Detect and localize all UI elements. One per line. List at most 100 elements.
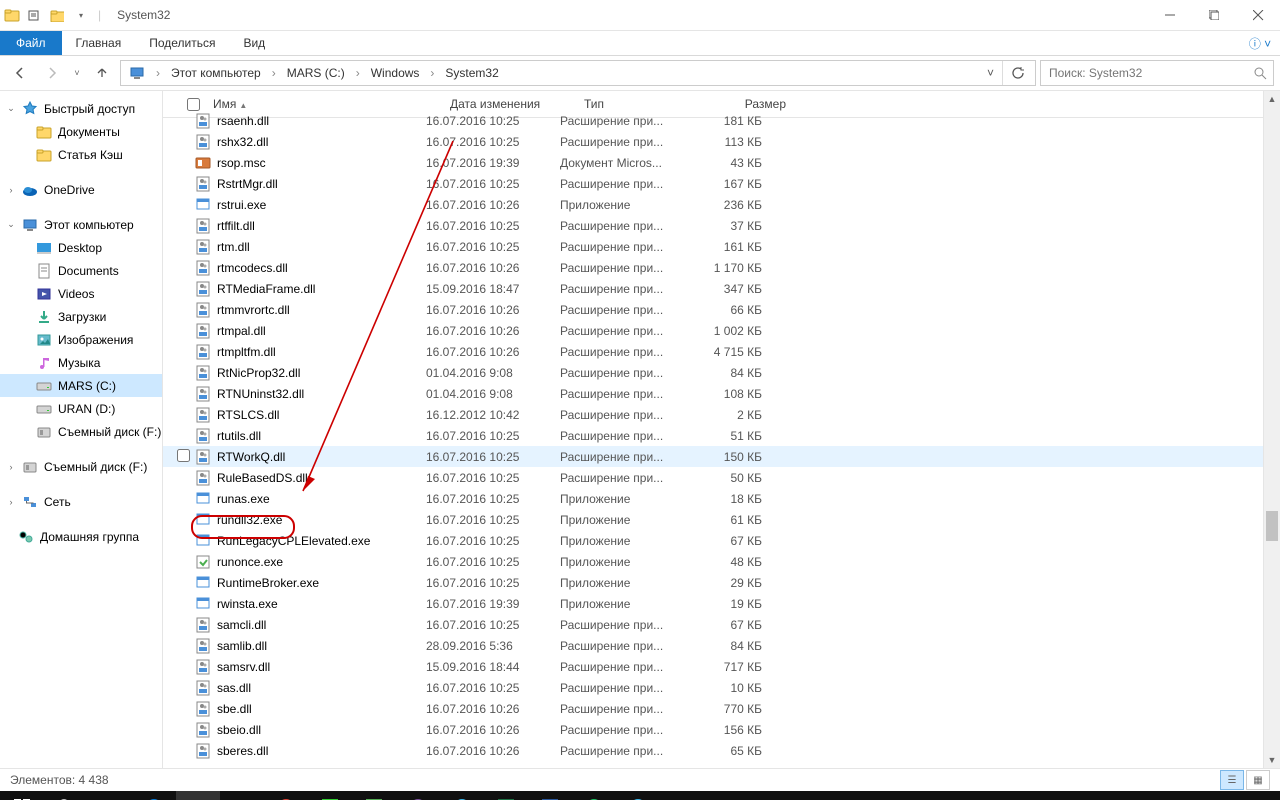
scroll-down-icon[interactable]: ▼	[1264, 752, 1280, 768]
search-input[interactable]	[1047, 65, 1248, 81]
file-row[interactable]: rstrui.exe16.07.2016 10:26Приложение236 …	[163, 194, 1280, 215]
ribbon-tab-view[interactable]: Вид	[229, 31, 279, 55]
nav-quick-article[interactable]: Статья Кэш	[0, 143, 162, 166]
vertical-scrollbar[interactable]: ▲ ▼	[1263, 91, 1280, 768]
file-row[interactable]: rshx32.dll16.07.2016 10:25Расширение при…	[163, 131, 1280, 152]
file-row[interactable]: sberes.dll16.07.2016 10:26Расширение при…	[163, 740, 1280, 761]
file-row[interactable]: rtm.dll16.07.2016 10:25Расширение при...…	[163, 236, 1280, 257]
file-row[interactable]: RunLegacyCPLElevated.exe16.07.2016 10:25…	[163, 530, 1280, 551]
breadcrumb-root-icon[interactable]	[123, 61, 151, 85]
nav-removable-1[interactable]: Съемный диск (F:)	[0, 420, 162, 443]
file-row[interactable]: sbe.dll16.07.2016 10:26Расширение при...…	[163, 698, 1280, 719]
file-row[interactable]: sbeio.dll16.07.2016 10:26Расширение при.…	[163, 719, 1280, 740]
file-row[interactable]: samcli.dll16.07.2016 10:25Расширение при…	[163, 614, 1280, 635]
breadcrumb-seg-0[interactable]: Этот компьютер	[165, 61, 267, 85]
col-type[interactable]: Тип	[578, 97, 706, 111]
taskbar-ie2-icon[interactable]	[616, 791, 660, 800]
ribbon-tab-share[interactable]: Поделиться	[135, 31, 229, 55]
nav-videos[interactable]: Videos	[0, 282, 162, 305]
chevron-right-icon[interactable]: ›	[427, 66, 437, 80]
file-row[interactable]: rtutils.dll16.07.2016 10:25Расширение пр…	[163, 425, 1280, 446]
taskbar-search-icon[interactable]	[44, 791, 88, 800]
taskbar-word-icon[interactable]: W	[528, 791, 572, 800]
file-row[interactable]: rtffilt.dll16.07.2016 10:25Расширение пр…	[163, 215, 1280, 236]
address-dropdown-icon[interactable]: ˅	[981, 66, 1000, 80]
file-row[interactable]: samlib.dll28.09.2016 5:36Расширение при.…	[163, 635, 1280, 656]
nav-drive-d[interactable]: URAN (D:)	[0, 397, 162, 420]
nav-pictures[interactable]: Изображения	[0, 328, 162, 351]
breadcrumb-seg-3[interactable]: System32	[439, 61, 504, 85]
chevron-right-icon[interactable]: ›	[269, 66, 279, 80]
file-row[interactable]: RtNicProp32.dll01.04.2016 9:08Расширение…	[163, 362, 1280, 383]
taskbar-app-3-icon[interactable]	[572, 791, 616, 800]
col-date[interactable]: Дата изменения	[444, 97, 578, 111]
taskbar-explorer-icon[interactable]	[176, 791, 220, 800]
close-button[interactable]	[1236, 0, 1280, 30]
maximize-button[interactable]	[1192, 0, 1236, 30]
file-row[interactable]: rtmmvrortc.dll16.07.2016 10:26Расширение…	[163, 299, 1280, 320]
taskbar-store-icon[interactable]	[220, 791, 264, 800]
chevron-right-icon[interactable]: ›	[153, 66, 163, 80]
refresh-button[interactable]	[1002, 61, 1033, 85]
col-checkbox[interactable]	[177, 95, 207, 114]
qat-properties-icon[interactable]	[22, 4, 44, 26]
taskbar-ie-icon[interactable]	[440, 791, 484, 800]
nav-music[interactable]: Музыка	[0, 351, 162, 374]
nav-documents[interactable]: Documents	[0, 259, 162, 282]
file-row[interactable]: rtmpltfm.dll16.07.2016 10:26Расширение п…	[163, 341, 1280, 362]
file-row[interactable]: runas.exe16.07.2016 10:25Приложение18 КБ	[163, 488, 1280, 509]
nav-quickaccess[interactable]: ⌄Быстрый доступ	[0, 97, 162, 120]
nav-drive-c[interactable]: MARS (C:)	[0, 374, 162, 397]
nav-thispc[interactable]: ⌄Этот компьютер	[0, 213, 162, 236]
nav-quick-documents[interactable]: Документы	[0, 120, 162, 143]
file-row[interactable]: RTNUninst32.dll01.04.2016 9:08Расширение…	[163, 383, 1280, 404]
nav-homegroup[interactable]: Домашняя группа	[0, 525, 162, 548]
file-row[interactable]: RTWorkQ.dll16.07.2016 10:25Расширение пр…	[163, 446, 1280, 467]
file-row[interactable]: rwinsta.exe16.07.2016 19:39Приложение19 …	[163, 593, 1280, 614]
nav-up-button[interactable]	[88, 59, 116, 87]
file-row[interactable]: RTSLCS.dll16.12.2012 10:42Расширение при…	[163, 404, 1280, 425]
nav-forward-button[interactable]	[38, 59, 66, 87]
nav-removable-2[interactable]: ›Съемный диск (F:)	[0, 455, 162, 478]
file-row[interactable]: RTMediaFrame.dll15.09.2016 18:47Расширен…	[163, 278, 1280, 299]
nav-back-button[interactable]	[6, 59, 34, 87]
address-field[interactable]: › Этот компьютер › MARS (C:) › Windows ›…	[120, 60, 1036, 86]
start-button[interactable]	[0, 791, 44, 800]
breadcrumb-seg-2[interactable]: Windows	[365, 61, 426, 85]
view-details-button[interactable]: ☰	[1220, 770, 1244, 790]
taskbar-viber-icon[interactable]	[396, 791, 440, 800]
taskbar-edge-icon[interactable]	[132, 791, 176, 800]
ribbon-tab-home[interactable]: Главная	[62, 31, 136, 55]
file-row[interactable]: rtmpal.dll16.07.2016 10:26Расширение при…	[163, 320, 1280, 341]
breadcrumb-seg-1[interactable]: MARS (C:)	[281, 61, 351, 85]
chevron-right-icon[interactable]: ›	[353, 66, 363, 80]
col-name[interactable]: Имя▲	[207, 97, 444, 111]
search-icon[interactable]	[1254, 67, 1267, 80]
file-row[interactable]: sas.dll16.07.2016 10:25Расширение при...…	[163, 677, 1280, 698]
qat-newfolder-icon[interactable]	[46, 4, 68, 26]
file-row[interactable]: RuntimeBroker.exe16.07.2016 10:25Приложе…	[163, 572, 1280, 593]
nav-downloads[interactable]: Загрузки	[0, 305, 162, 328]
col-size[interactable]: Размер	[706, 97, 792, 111]
file-row[interactable]: RstrtMgr.dll16.07.2016 10:25Расширение п…	[163, 173, 1280, 194]
nav-onedrive[interactable]: ›OneDrive	[0, 178, 162, 201]
search-box[interactable]	[1040, 60, 1274, 86]
file-row[interactable]: rsaenh.dll16.07.2016 10:25Расширение при…	[163, 110, 1280, 131]
taskbar-app-2-icon[interactable]	[352, 791, 396, 800]
view-icons-button[interactable]: ▦	[1246, 770, 1270, 790]
select-all-checkbox[interactable]	[187, 98, 200, 111]
nav-recent-dropdown[interactable]: ˅	[70, 59, 84, 87]
nav-network[interactable]: ›Сеть	[0, 490, 162, 513]
ribbon-file-tab[interactable]: Файл	[0, 31, 62, 55]
file-row[interactable]: samsrv.dll15.09.2016 18:44Расширение при…	[163, 656, 1280, 677]
minimize-button[interactable]	[1148, 0, 1192, 30]
file-row[interactable]: rundll32.exe16.07.2016 10:25Приложение61…	[163, 509, 1280, 530]
taskbar-excel-icon[interactable]: X	[484, 791, 528, 800]
taskbar-app-1-icon[interactable]	[308, 791, 352, 800]
taskbar-chrome-icon[interactable]	[264, 791, 308, 800]
nav-desktop[interactable]: Desktop	[0, 236, 162, 259]
row-checkbox[interactable]	[177, 449, 190, 462]
file-row[interactable]: RuleBasedDS.dll16.07.2016 10:25Расширени…	[163, 467, 1280, 488]
file-row[interactable]: runonce.exe16.07.2016 10:25Приложение48 …	[163, 551, 1280, 572]
ribbon-help-icon[interactable]: ⓘ ˅	[1240, 31, 1280, 55]
